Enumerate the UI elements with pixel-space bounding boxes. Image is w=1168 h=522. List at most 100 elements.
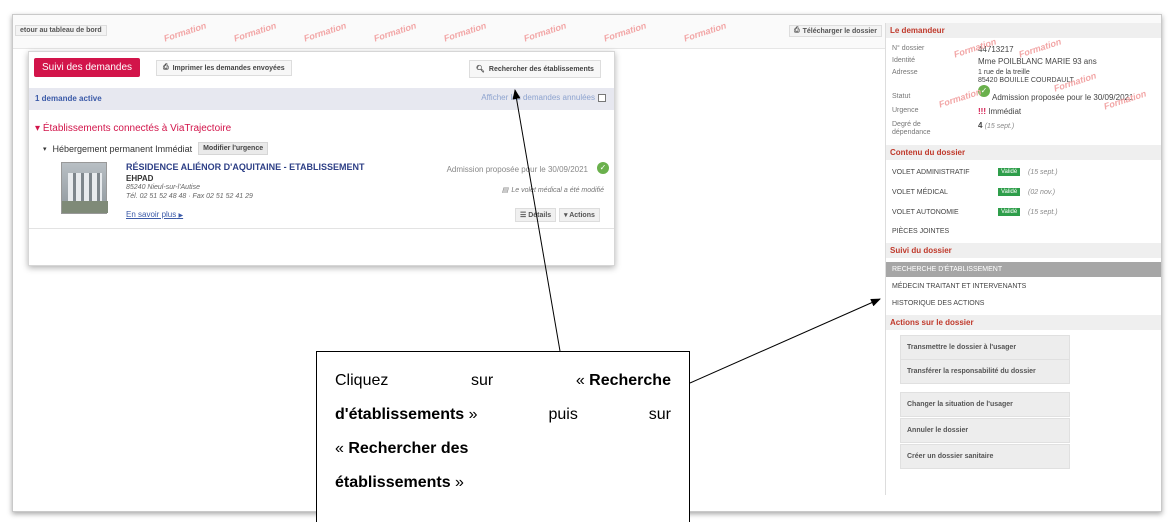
dependency-value: 4 (15 sept.): [978, 121, 1014, 130]
watermark: Formation: [302, 20, 348, 44]
status-badge: Validé: [998, 188, 1021, 196]
learn-more-label: En savoir plus: [126, 210, 177, 219]
volet-date: (15 sept.): [1028, 169, 1058, 176]
volet-date: (15 sept.): [1028, 209, 1058, 216]
callout-word: sur: [470, 372, 494, 389]
file-tracking-heading: Suivi du dossier: [886, 243, 1161, 258]
callout-line: d'établissements » puis sur: [335, 398, 671, 432]
connected-establishments-heading[interactable]: ▾ Établissements connectés à ViaTrajecto…: [35, 123, 231, 134]
printer-icon: ⎙: [163, 64, 169, 71]
callout-word: Cliquez: [335, 372, 389, 389]
actions-label: Actions: [569, 212, 595, 219]
callout-bold: établissements: [335, 474, 451, 491]
search-establishment-item[interactable]: RECHERCHE D'ÉTABLISSEMENT: [886, 262, 1161, 277]
card-toolbar: Suivi des demandes ⎙ Imprimer les demand…: [29, 52, 614, 86]
field-key: Statut: [892, 93, 911, 100]
watermark: Formation: [522, 20, 568, 44]
watermark: Formation: [372, 20, 418, 44]
callout-bold: Rechercher des: [348, 440, 469, 457]
chevron-down-icon: ▾: [564, 212, 568, 219]
callout-line: Cliquez sur « Recherche: [335, 364, 671, 398]
divider: [29, 228, 614, 229]
back-to-dashboard-button[interactable]: etour au tableau de bord: [15, 25, 107, 36]
cancel-file-button[interactable]: Annuler le dossier: [900, 418, 1070, 443]
applicant-heading: Le demandeur: [886, 23, 1161, 38]
residence-type: EHPAD: [126, 174, 154, 183]
active-count: 1 demande active: [35, 94, 102, 103]
residence-photo: [61, 162, 108, 214]
list-icon: ☰: [520, 212, 527, 219]
download-file-button[interactable]: ⎙ Télécharger le dossier: [789, 25, 882, 37]
actions-button[interactable]: ▾ Actions: [559, 208, 600, 222]
caret-down-icon: ▾: [43, 145, 47, 153]
check-icon: ✓: [597, 162, 609, 174]
instruction-callout: Cliquez sur « Recherche d'établissements…: [316, 351, 690, 522]
status-badge: Validé: [998, 208, 1021, 216]
callout-line: établissements »: [335, 466, 671, 500]
show-cancelled-toggle[interactable]: Afficher les demandes annulées: [481, 93, 606, 102]
print-requests-label: Imprimer les demandes envoyées: [172, 64, 285, 72]
search-icon: 🔍︎: [476, 66, 485, 73]
file-actions-heading: Actions sur le dossier: [886, 315, 1161, 330]
dependency-degree: 4: [978, 121, 983, 130]
residence-phone: Tél. 02 51 52 48 48 · Fax 02 51 52 41 29: [126, 193, 253, 200]
right-sidebar: Le demandeur N° dossier 44713217 Identit…: [885, 23, 1161, 495]
print-requests-button[interactable]: ⎙ Imprimer les demandes envoyées: [156, 60, 292, 76]
details-button[interactable]: ☰ Détails: [515, 208, 557, 222]
connected-establishments-label: Établissements connectés à ViaTrajectoir…: [42, 123, 232, 134]
residence-name[interactable]: RÉSIDENCE ALIÉNOR D'AQUITAINE - ETABLISS…: [126, 162, 364, 172]
callout-word: puis: [548, 406, 578, 423]
watermark: Formation: [682, 20, 728, 44]
watermark: Formation: [162, 20, 208, 44]
field-key: Urgence: [892, 107, 919, 114]
dependency-date: (15 sept.): [984, 123, 1015, 130]
watermark: Formation: [232, 20, 278, 44]
field-key: Identité: [892, 57, 915, 64]
callout-quote: »: [450, 474, 464, 491]
address-line-1: 1 rue de la treille: [978, 69, 1030, 76]
callout-quote: «: [335, 440, 349, 457]
medical-section-notice: ▤ Le volet médical a été modifié: [502, 186, 604, 195]
watermark: Formation: [442, 20, 488, 44]
callout-bold: d'établissements: [335, 406, 465, 423]
search-establishments-button[interactable]: 🔍︎ Rechercher des établissements: [469, 60, 601, 78]
transmit-to-user-button[interactable]: Transmettre le dossier à l'usager: [900, 335, 1070, 360]
callout-line: « Rechercher des: [335, 432, 671, 466]
learn-more-link[interactable]: En savoir plus ▶: [126, 210, 183, 219]
callout-word: d'établissements »: [335, 398, 478, 432]
doctor-item[interactable]: MÉDECIN TRAITANT ET INTERVENANTS: [886, 279, 1161, 294]
volet-date: (02 nov.): [1028, 189, 1056, 196]
create-sanitary-file-button[interactable]: Créer un dossier sanitaire: [900, 444, 1070, 469]
active-requests-bar: 1 demande active Afficher les demandes a…: [29, 88, 614, 110]
field-key: N° dossier: [892, 45, 925, 52]
urgency-icon: !!!: [978, 107, 986, 116]
file-content-heading: Contenu du dossier: [886, 145, 1161, 160]
housing-row: ▾ Hébergement permanent Immédiat Modifie…: [43, 142, 269, 155]
search-establishments-label: Rechercher des établissements: [488, 65, 594, 73]
residence-address: 85240 Nieul-sur-l'Autise: [126, 184, 200, 191]
volet-autonomie-label[interactable]: VOLET AUTONOMIE: [892, 209, 959, 216]
admission-status: Admission proposée pour le 30/09/2021: [446, 165, 588, 174]
transfer-responsibility-button[interactable]: Transférer la responsabilité du dossier: [900, 359, 1070, 384]
requests-card: Suivi des demandes ⎙ Imprimer les demand…: [28, 51, 615, 266]
medical-section-notice-label: Le volet médical a été modifié: [511, 186, 604, 194]
tab-suivi-demandes[interactable]: Suivi des demandes: [34, 58, 141, 77]
urgency-value: !!! Immédiat: [978, 107, 1021, 116]
callout-bold: Recherche: [589, 372, 671, 389]
callout-word: sur: [648, 406, 671, 423]
change-situation-button[interactable]: Changer la situation de l'usager: [900, 392, 1070, 417]
callout-quote: »: [464, 406, 478, 423]
volet-admin-label[interactable]: VOLET ADMINISTRATIF: [892, 169, 970, 176]
field-key: Degré de: [892, 121, 921, 128]
download-file-label: Télécharger le dossier: [802, 27, 877, 35]
status-badge: Validé: [998, 168, 1021, 176]
play-right-icon: ▶: [178, 213, 184, 219]
printer-icon: ⎙: [794, 27, 800, 34]
show-cancelled-checkbox[interactable]: [598, 93, 606, 102]
attachments-link[interactable]: PIÈCES JOINTES: [892, 228, 949, 235]
modify-urgency-button[interactable]: Modifier l'urgence: [198, 142, 269, 155]
history-item[interactable]: HISTORIQUE DES ACTIONS: [886, 296, 1161, 311]
urgency-label: Immédiat: [988, 107, 1022, 116]
field-key: Adresse: [892, 69, 918, 76]
volet-medical-label[interactable]: VOLET MÉDICAL: [892, 189, 948, 196]
